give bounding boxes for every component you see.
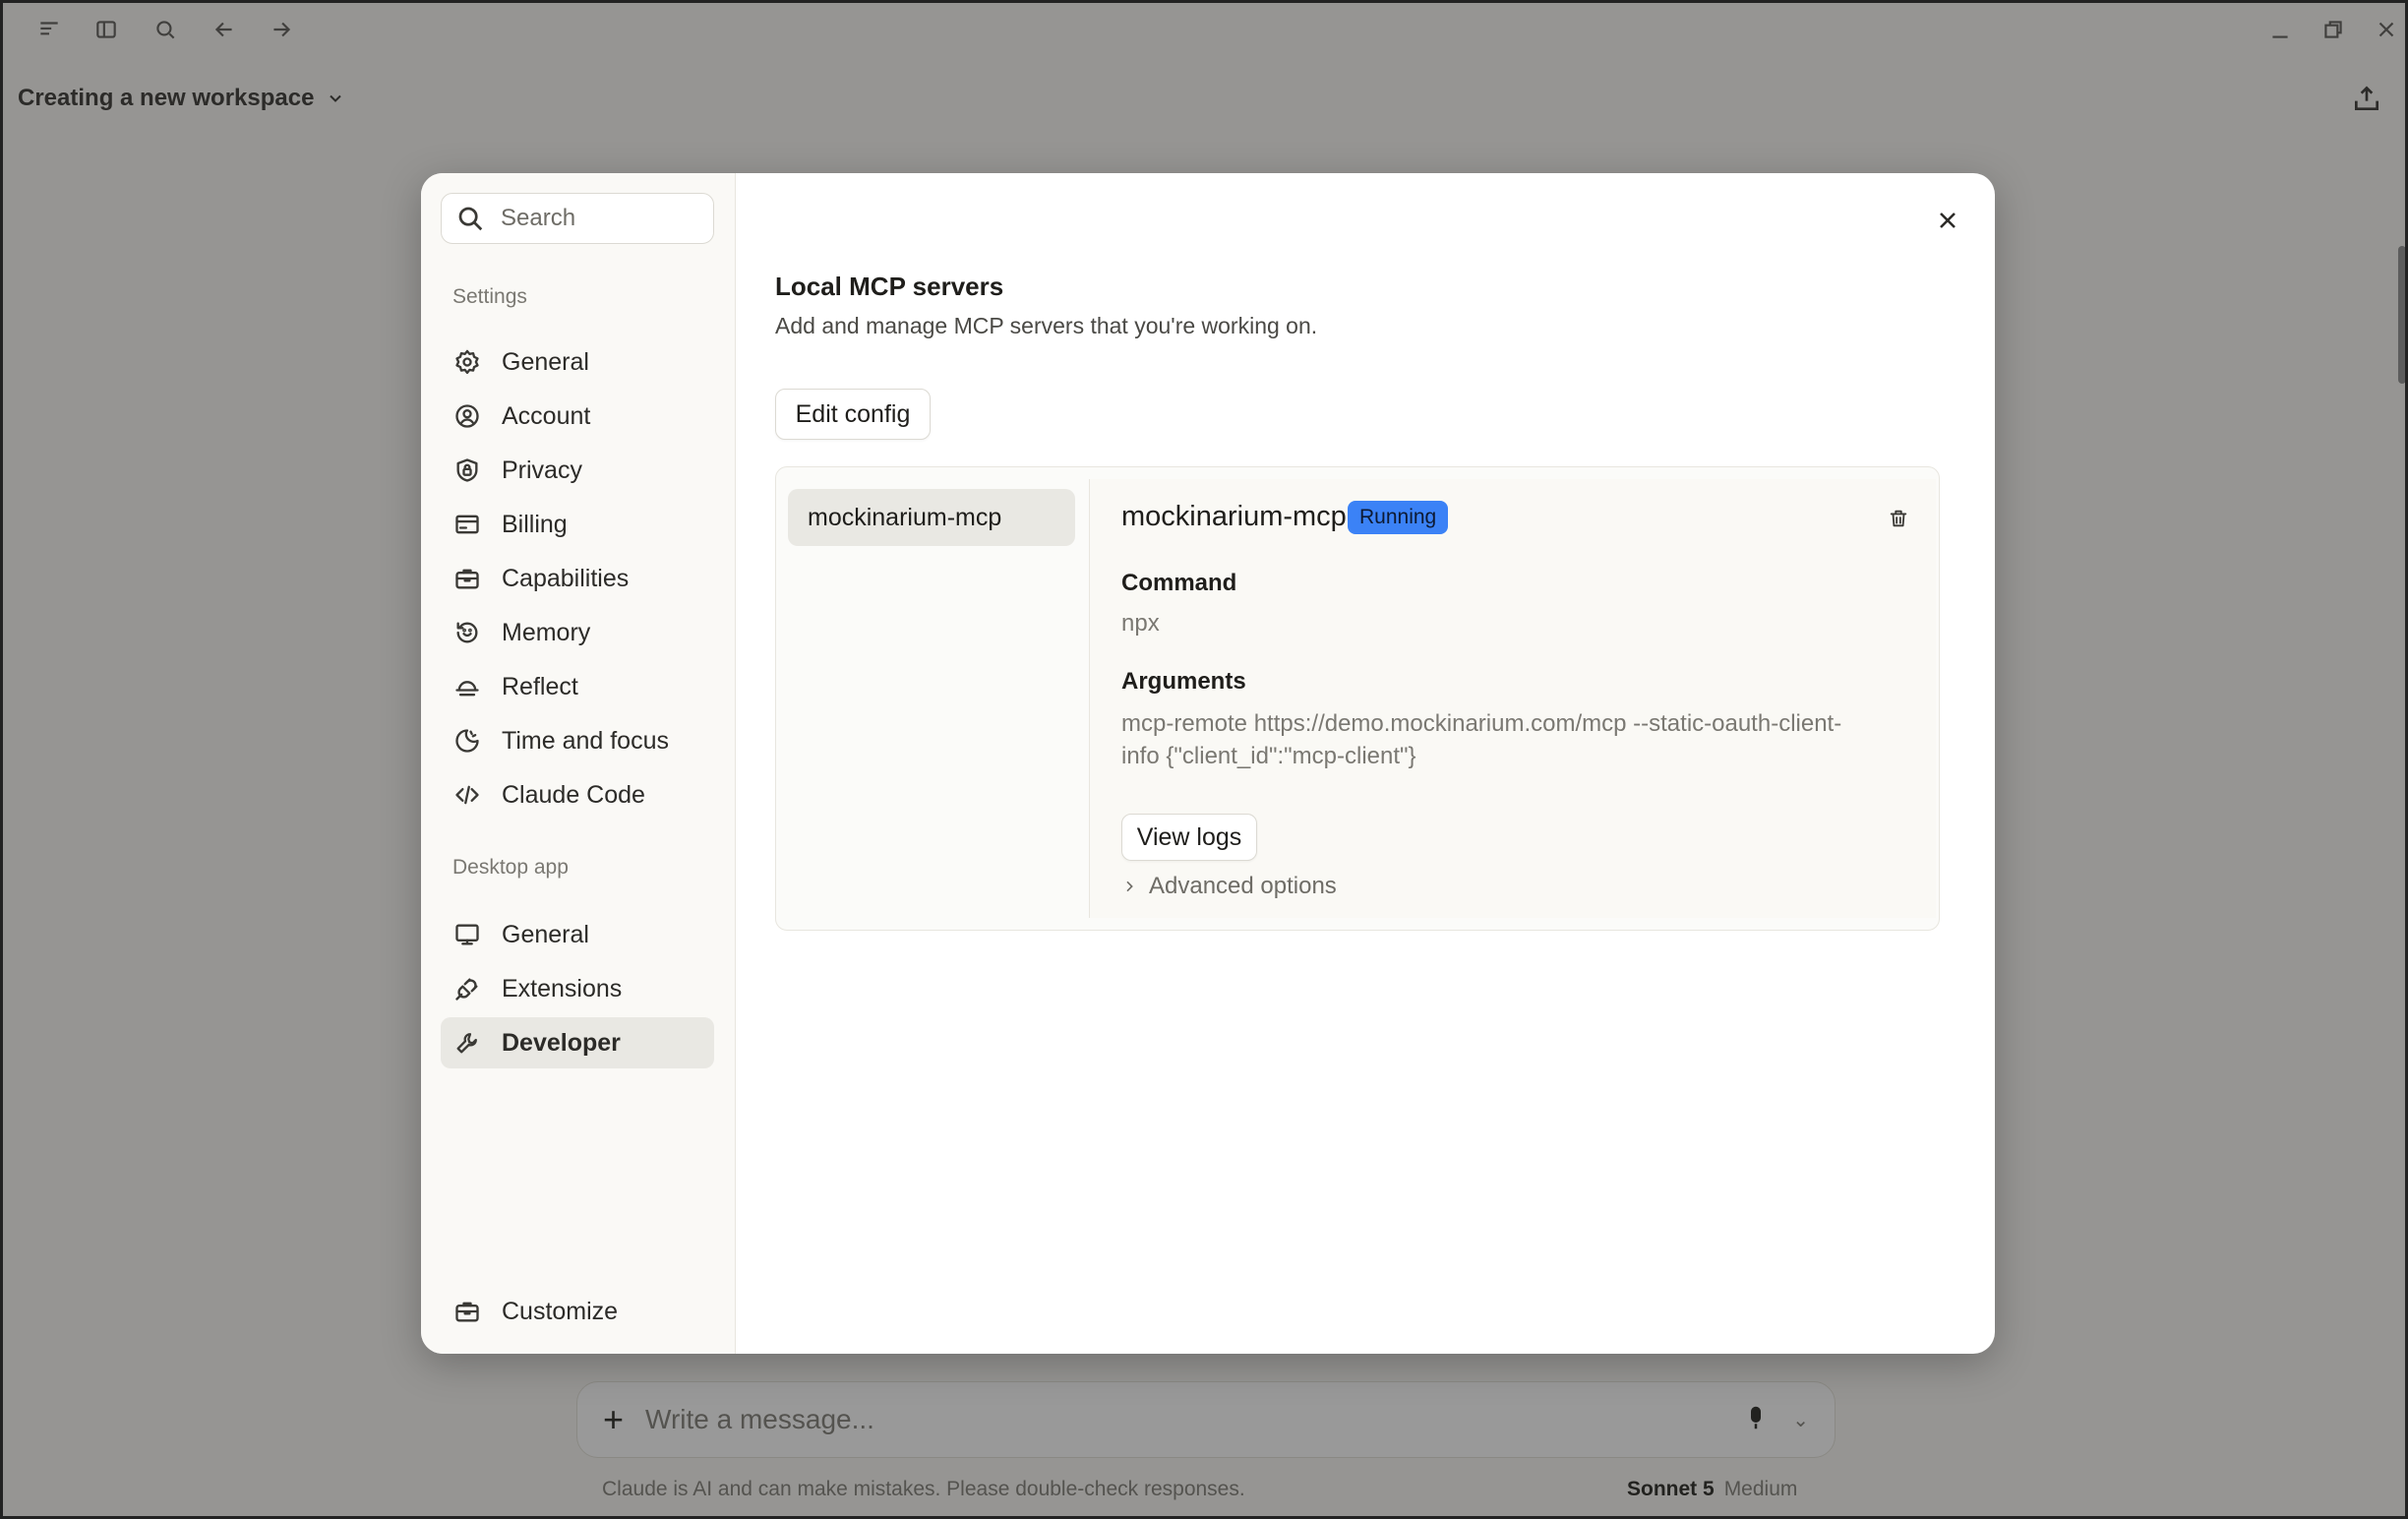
sidebar-item-capabilities[interactable]: Capabilities: [441, 553, 714, 604]
advanced-options-toggle[interactable]: Advanced options: [1121, 873, 1337, 900]
sunrise-icon: [452, 672, 482, 701]
arguments-value-line-2: info {"client_id":"mcp-client"}: [1121, 743, 1416, 769]
arguments-value-line-1: mcp-remote https://demo.mockinarium.com/…: [1121, 710, 1842, 737]
monitor-icon: [452, 920, 482, 949]
memory-icon: [452, 618, 482, 647]
sidebar-item-label: Developer: [502, 1028, 621, 1057]
close-icon[interactable]: [1928, 201, 1967, 240]
sidebar-item-label: Capabilities: [502, 564, 630, 592]
command-value: npx: [1121, 610, 1160, 637]
server-detail: mockinarium-mcp Running Command npx Argu…: [1090, 479, 1936, 918]
shield-lock-icon: [452, 456, 482, 485]
search-input[interactable]: [501, 205, 697, 232]
sidebar-item-label: Time and focus: [502, 726, 669, 755]
moon-icon: [452, 726, 482, 756]
page-subtitle: Add and manage MCP servers that you're w…: [775, 313, 1318, 338]
user-circle-icon: [452, 401, 482, 431]
sidebar-item-label: General: [502, 920, 589, 948]
server-name: mockinarium-mcp: [1121, 501, 1347, 532]
briefcase-icon: [452, 1297, 482, 1326]
briefcase-icon: [452, 564, 482, 593]
advanced-options-label: Advanced options: [1149, 873, 1337, 899]
sidebar-item-label: Billing: [502, 510, 568, 538]
command-label: Command: [1121, 570, 1237, 596]
settings-section-label: Settings: [452, 285, 527, 308]
edit-config-button[interactable]: Edit config: [775, 389, 931, 440]
search-icon: [458, 207, 483, 231]
sidebar-item-label: Extensions: [502, 974, 623, 1003]
sidebar-item-extensions[interactable]: Extensions: [441, 963, 714, 1014]
sidebar-item-billing[interactable]: Billing: [441, 499, 714, 550]
sidebar-item-label: Customize: [502, 1297, 619, 1325]
wrench-icon: [452, 1028, 482, 1058]
status-badge: Running: [1348, 501, 1449, 534]
sidebar-item-privacy[interactable]: Privacy: [441, 445, 714, 496]
sidebar-item-general[interactable]: General: [441, 336, 714, 388]
arguments-label: Arguments: [1121, 668, 1246, 695]
sidebar-item-memory[interactable]: Memory: [441, 607, 714, 658]
chevron-right-icon: [1126, 881, 1133, 892]
view-logs-button[interactable]: View logs: [1121, 814, 1257, 861]
sidebar-item-reflect[interactable]: Reflect: [441, 661, 714, 712]
sidebar-item-developer[interactable]: Developer: [441, 1017, 714, 1068]
page-title: Local MCP servers: [775, 272, 1004, 301]
settings-modal: Settings General Account Privacy Billing…: [421, 173, 1995, 1354]
server-list-item[interactable]: mockinarium-mcp: [788, 489, 1075, 546]
settings-sidebar: Settings General Account Privacy Billing…: [421, 173, 736, 1354]
mcp-servers-panel: mockinarium-mcp mockinarium-mcp Running …: [775, 466, 1940, 931]
sidebar-item-desktop-general[interactable]: General: [441, 909, 714, 960]
credit-card-icon: [452, 510, 482, 539]
desktop-app-section-label: Desktop app: [452, 856, 569, 879]
search-box[interactable]: [441, 193, 714, 244]
sidebar-item-label: Account: [502, 401, 591, 430]
sidebar-item-label: Memory: [502, 618, 591, 646]
sidebar-item-label: Claude Code: [502, 780, 645, 809]
sidebar-item-label: General: [502, 347, 589, 376]
sidebar-item-label: Privacy: [502, 456, 582, 484]
sidebar-item-label: Reflect: [502, 672, 578, 700]
sidebar-item-customize[interactable]: Customize: [441, 1286, 714, 1337]
gear-icon: [452, 347, 482, 377]
trash-icon[interactable]: [1885, 505, 1912, 532]
sidebar-item-time-and-focus[interactable]: Time and focus: [441, 715, 714, 766]
code-icon: [452, 780, 482, 810]
plug-icon: [452, 974, 482, 1003]
sidebar-item-claude-code[interactable]: Claude Code: [441, 769, 714, 820]
sidebar-item-account[interactable]: Account: [441, 391, 714, 442]
